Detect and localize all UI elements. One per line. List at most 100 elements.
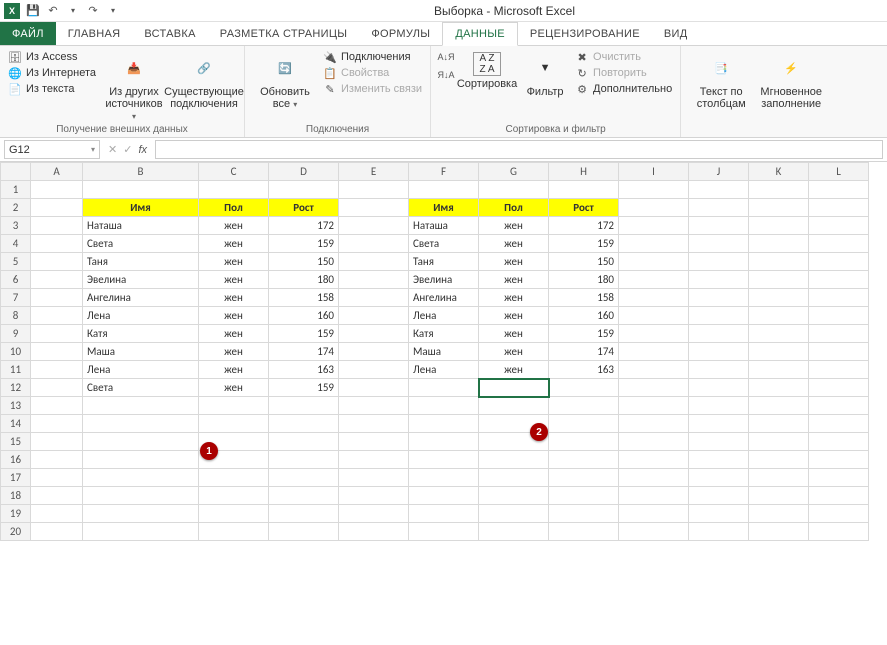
column-header-A[interactable]: A — [31, 163, 83, 181]
cell-J5[interactable] — [689, 253, 749, 271]
cell-C14[interactable] — [199, 415, 269, 433]
cell-A3[interactable] — [31, 217, 83, 235]
column-header-L[interactable]: L — [809, 163, 869, 181]
column-header-H[interactable]: H — [549, 163, 619, 181]
cell-C11[interactable]: жен — [199, 361, 269, 379]
flash-fill-button[interactable]: ⚡ Мгновенное заполнение — [759, 50, 823, 110]
cell-I2[interactable] — [619, 199, 689, 217]
cell-C18[interactable] — [199, 487, 269, 505]
cell-C17[interactable] — [199, 469, 269, 487]
cell-I12[interactable] — [619, 379, 689, 397]
cell-A20[interactable] — [31, 523, 83, 541]
cell-G20[interactable] — [479, 523, 549, 541]
cell-D15[interactable] — [269, 433, 339, 451]
cell-C4[interactable]: жен — [199, 235, 269, 253]
cell-E10[interactable] — [339, 343, 409, 361]
cell-L12[interactable] — [809, 379, 869, 397]
cell-B4[interactable]: Света — [83, 235, 199, 253]
tab-home[interactable]: ГЛАВНАЯ — [56, 22, 133, 45]
cell-G6[interactable]: жен — [479, 271, 549, 289]
cell-F18[interactable] — [409, 487, 479, 505]
cell-G10[interactable]: жен — [479, 343, 549, 361]
cell-C6[interactable]: жен — [199, 271, 269, 289]
row-header-16[interactable]: 16 — [1, 451, 31, 469]
cell-L9[interactable] — [809, 325, 869, 343]
cell-B1[interactable] — [83, 181, 199, 199]
chevron-down-icon[interactable]: ▾ — [91, 145, 95, 154]
cell-B15[interactable] — [83, 433, 199, 451]
cell-F2[interactable]: Имя — [409, 199, 479, 217]
cell-K11[interactable] — [749, 361, 809, 379]
cell-D2[interactable]: Рост — [269, 199, 339, 217]
cell-D11[interactable]: 163 — [269, 361, 339, 379]
row-header-7[interactable]: 7 — [1, 289, 31, 307]
cell-I6[interactable] — [619, 271, 689, 289]
cell-A15[interactable] — [31, 433, 83, 451]
cell-I14[interactable] — [619, 415, 689, 433]
cell-A6[interactable] — [31, 271, 83, 289]
cell-J13[interactable] — [689, 397, 749, 415]
cell-A19[interactable] — [31, 505, 83, 523]
cell-K2[interactable] — [749, 199, 809, 217]
cell-L14[interactable] — [809, 415, 869, 433]
cell-E17[interactable] — [339, 469, 409, 487]
cell-A17[interactable] — [31, 469, 83, 487]
cell-E14[interactable] — [339, 415, 409, 433]
cell-D6[interactable]: 180 — [269, 271, 339, 289]
cell-B8[interactable]: Лена — [83, 307, 199, 325]
cell-B16[interactable] — [83, 451, 199, 469]
cell-L10[interactable] — [809, 343, 869, 361]
cell-K15[interactable] — [749, 433, 809, 451]
cell-I19[interactable] — [619, 505, 689, 523]
cell-B2[interactable]: Имя — [83, 199, 199, 217]
cell-D8[interactable]: 160 — [269, 307, 339, 325]
cell-K9[interactable] — [749, 325, 809, 343]
tab-insert[interactable]: ВСТАВКА — [132, 22, 207, 45]
column-header-F[interactable]: F — [409, 163, 479, 181]
cell-B14[interactable] — [83, 415, 199, 433]
cell-I1[interactable] — [619, 181, 689, 199]
cell-D5[interactable]: 150 — [269, 253, 339, 271]
cell-D18[interactable] — [269, 487, 339, 505]
cell-H5[interactable]: 150 — [549, 253, 619, 271]
cell-K6[interactable] — [749, 271, 809, 289]
tab-data[interactable]: ДАННЫЕ — [442, 22, 518, 46]
cell-L1[interactable] — [809, 181, 869, 199]
cell-G8[interactable]: жен — [479, 307, 549, 325]
cell-H20[interactable] — [549, 523, 619, 541]
cell-E8[interactable] — [339, 307, 409, 325]
row-header-14[interactable]: 14 — [1, 415, 31, 433]
tab-file[interactable]: ФАЙЛ — [0, 22, 56, 45]
cell-F1[interactable] — [409, 181, 479, 199]
cell-I8[interactable] — [619, 307, 689, 325]
row-header-9[interactable]: 9 — [1, 325, 31, 343]
cell-B13[interactable] — [83, 397, 199, 415]
row-header-4[interactable]: 4 — [1, 235, 31, 253]
formula-bar[interactable] — [155, 140, 883, 159]
tab-view[interactable]: ВИД — [652, 22, 700, 45]
text-to-columns-button[interactable]: 📑 Текст по столбцам — [689, 50, 753, 110]
cell-K14[interactable] — [749, 415, 809, 433]
cell-L13[interactable] — [809, 397, 869, 415]
cell-K12[interactable] — [749, 379, 809, 397]
cell-H3[interactable]: 172 — [549, 217, 619, 235]
cell-G12[interactable] — [479, 379, 549, 397]
cell-F8[interactable]: Лена — [409, 307, 479, 325]
cell-F12[interactable] — [409, 379, 479, 397]
tab-formulas[interactable]: ФОРМУЛЫ — [359, 22, 442, 45]
cell-J20[interactable] — [689, 523, 749, 541]
cell-D16[interactable] — [269, 451, 339, 469]
from-other-sources-button[interactable]: 📥 Из других источников ▾ — [102, 50, 166, 122]
cell-G1[interactable] — [479, 181, 549, 199]
cell-F10[interactable]: Маша — [409, 343, 479, 361]
cell-L4[interactable] — [809, 235, 869, 253]
edit-links-button[interactable]: ✎Изменить связи — [323, 82, 422, 96]
cell-J6[interactable] — [689, 271, 749, 289]
cell-H17[interactable] — [549, 469, 619, 487]
cell-B20[interactable] — [83, 523, 199, 541]
tab-review[interactable]: РЕЦЕНЗИРОВАНИЕ — [518, 22, 652, 45]
cell-E16[interactable] — [339, 451, 409, 469]
cell-J18[interactable] — [689, 487, 749, 505]
cell-E1[interactable] — [339, 181, 409, 199]
cell-L17[interactable] — [809, 469, 869, 487]
